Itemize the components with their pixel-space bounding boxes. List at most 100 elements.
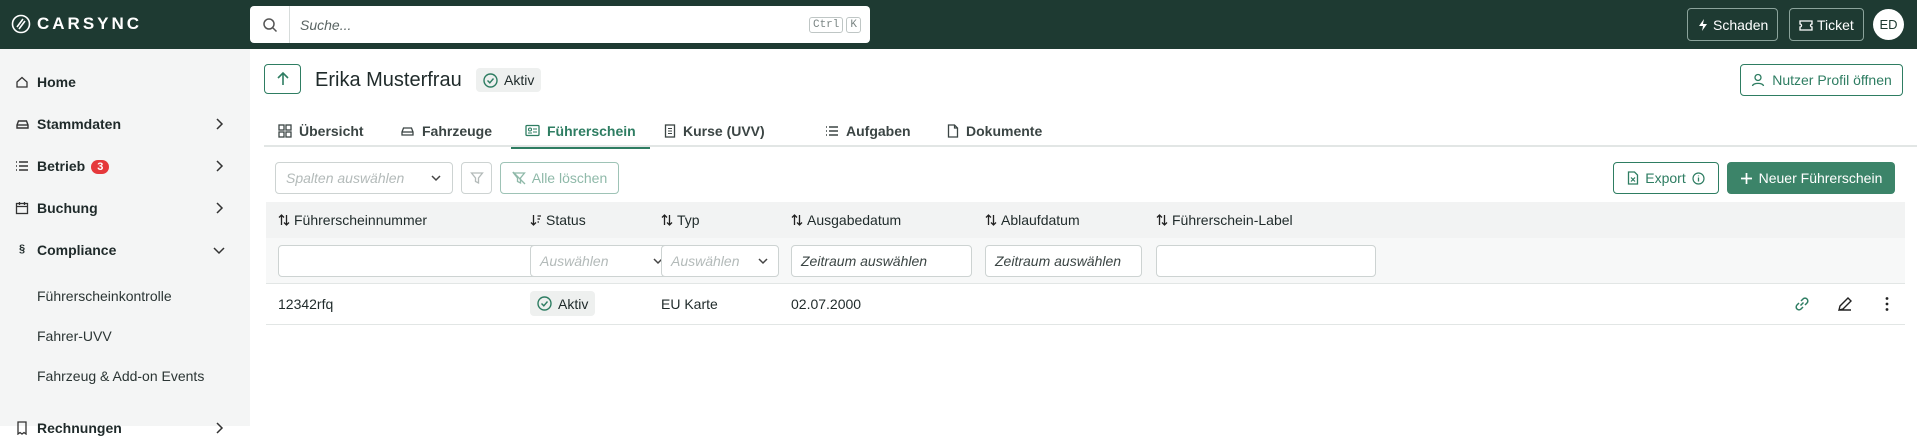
- arrow-up-icon: [276, 71, 289, 85]
- tab-label: Kurse (UVV): [683, 122, 765, 139]
- excel-file-icon: [1628, 171, 1639, 185]
- notification-badge: 3: [91, 160, 110, 175]
- avatar[interactable]: ED: [1873, 9, 1904, 40]
- cell-typ: EU Karte: [661, 296, 718, 312]
- filter-row: Auswählen Auswählen Zeitraum auswählen Z…: [266, 238, 1905, 284]
- export-button[interactable]: Export: [1613, 162, 1719, 194]
- chevron-down-icon: [213, 247, 225, 255]
- column-header-ausgabedatum[interactable]: Ausgabedatum: [791, 212, 901, 228]
- column-label: Typ: [677, 212, 700, 228]
- sidebar: Home Stammdaten Betrieb 3 Buchung § Compl…: [0, 49, 250, 436]
- open-user-profile-label: Nutzer Profil öffnen: [1772, 72, 1892, 88]
- file-icon: [947, 123, 959, 138]
- ticket-button[interactable]: Ticket: [1789, 8, 1864, 41]
- more-vertical-icon[interactable]: [1878, 295, 1896, 313]
- tab-fahrzeuge[interactable]: Fahrzeuge: [386, 114, 506, 147]
- tab-label: Aufgaben: [846, 122, 911, 139]
- navigate-up-button[interactable]: [264, 64, 301, 94]
- column-label: Ablaufdatum: [1001, 212, 1080, 228]
- chevron-right-icon: [216, 118, 224, 130]
- table-row[interactable]: 12342rfq Aktiv EU Karte 02.07.2000: [266, 284, 1905, 325]
- sidebar-subitem-fuehrerscheinkontrolle[interactable]: Führerscheinkontrolle: [37, 288, 172, 304]
- sidebar-item-betrieb[interactable]: Betrieb 3: [0, 148, 250, 184]
- tab-kurse[interactable]: Kurse (UVV): [650, 114, 779, 147]
- new-license-button[interactable]: Neuer Führerschein: [1727, 162, 1895, 194]
- column-select[interactable]: Spalten auswählen: [275, 162, 453, 194]
- chevron-right-icon: [216, 202, 224, 214]
- column-header-typ[interactable]: Typ: [661, 212, 700, 228]
- clear-all-button[interactable]: Alle löschen: [500, 162, 619, 194]
- sidebar-subitem-fahrer-uvv[interactable]: Fahrer-UVV: [37, 328, 112, 344]
- column-header-label[interactable]: Führerschein-Label: [1156, 212, 1293, 228]
- filter-ablaufdatum-input[interactable]: Zeitraum auswählen: [985, 245, 1142, 277]
- cell-ausgabedatum: 02.07.2000: [791, 296, 862, 312]
- column-select-placeholder: Spalten auswählen: [286, 170, 405, 186]
- sidebar-item-label: Buchung: [37, 200, 98, 216]
- schaden-label: Schaden: [1713, 16, 1769, 33]
- filter-label-input[interactable]: [1156, 245, 1376, 277]
- sidebar-item-label: Home: [37, 74, 76, 90]
- ticket-label: Ticket: [1817, 16, 1854, 33]
- filter-status-placeholder: Auswählen: [540, 253, 609, 269]
- sort-icon: [1156, 214, 1168, 226]
- paragraph-icon: §: [19, 243, 26, 255]
- logo-text: CARSYNC: [37, 14, 143, 33]
- car-icon: [401, 126, 414, 136]
- cell-status: Aktiv: [558, 295, 589, 312]
- link-icon[interactable]: [1793, 295, 1811, 313]
- list-icon: [826, 125, 838, 136]
- filter-typ-select[interactable]: Auswählen: [661, 245, 779, 277]
- list-icon: [16, 161, 28, 171]
- page-title: Erika Musterfrau: [315, 69, 462, 91]
- filter-typ-placeholder: Auswählen: [671, 253, 740, 269]
- chevron-down-icon: [431, 175, 441, 182]
- column-label: Status: [546, 212, 586, 228]
- shortcut-key-ctrl: Ctrl: [808, 16, 844, 33]
- status-label: Aktiv: [504, 72, 535, 88]
- status-badge: Aktiv: [476, 68, 542, 92]
- sidebar-item-rechnungen[interactable]: Rechnungen: [0, 410, 250, 446]
- tab-bar: Übersicht Fahrzeuge Führerschein Kurse (…: [264, 114, 1917, 149]
- sidebar-item-label: Rechnungen: [37, 420, 122, 436]
- search-input[interactable]: [290, 16, 809, 33]
- filter-status-select[interactable]: Auswählen: [530, 245, 674, 277]
- check-circle-icon: [483, 72, 498, 88]
- column-header-nummer[interactable]: Führerscheinnummer: [278, 212, 427, 228]
- lightning-icon: [1699, 18, 1707, 31]
- column-label: Ausgabedatum: [807, 212, 902, 228]
- calendar-icon: [15, 202, 29, 215]
- car-icon: [16, 120, 29, 129]
- open-user-profile-button[interactable]: Nutzer Profil öffnen: [1740, 64, 1903, 96]
- column-header-status[interactable]: Status: [530, 212, 586, 228]
- sidebar-item-buchung[interactable]: Buchung: [0, 190, 250, 226]
- new-license-label: Neuer Führerschein: [1758, 170, 1883, 186]
- sort-icon: [791, 214, 803, 226]
- sidebar-item-stammdaten[interactable]: Stammdaten: [0, 106, 250, 142]
- grid-icon: [278, 123, 292, 138]
- sidebar-item-home[interactable]: Home: [0, 64, 250, 100]
- schaden-button[interactable]: Schaden: [1687, 8, 1779, 41]
- shortcut-key-k: K: [846, 16, 861, 33]
- column-header-ablaufdatum[interactable]: Ablaufdatum: [985, 212, 1080, 228]
- id-card-icon: [525, 124, 540, 137]
- logo[interactable]: CARSYNC: [11, 13, 142, 35]
- tab-dokumente[interactable]: Dokumente: [933, 114, 1056, 147]
- tab-label: Dokumente: [966, 122, 1043, 139]
- tab-aufgaben[interactable]: Aufgaben: [811, 114, 925, 147]
- edit-icon[interactable]: [1836, 295, 1854, 313]
- sidebar-item-compliance[interactable]: § Compliance: [0, 232, 250, 268]
- filter-nummer-input[interactable]: [278, 245, 571, 277]
- chevron-right-icon: [216, 160, 224, 172]
- receipt-icon: [17, 421, 27, 435]
- tab-uebersicht[interactable]: Übersicht: [264, 114, 378, 147]
- cell-nummer: 12342rfq: [278, 296, 334, 312]
- plus-icon: [1740, 172, 1752, 184]
- main-content: Erika Musterfrau Aktiv Nutzer Profil öff…: [250, 49, 1917, 426]
- sidebar-subitem-fahrzeug-events[interactable]: Fahrzeug & Add-on Events: [37, 368, 204, 384]
- search-bar[interactable]: Ctrl K: [250, 6, 870, 43]
- filter-button[interactable]: [461, 162, 492, 194]
- chevron-right-icon: [216, 422, 224, 434]
- tab-fuehrerschein[interactable]: Führerschein: [511, 114, 650, 149]
- home-icon: [16, 76, 28, 88]
- filter-ausgabedatum-input[interactable]: Zeitraum auswählen: [791, 245, 972, 277]
